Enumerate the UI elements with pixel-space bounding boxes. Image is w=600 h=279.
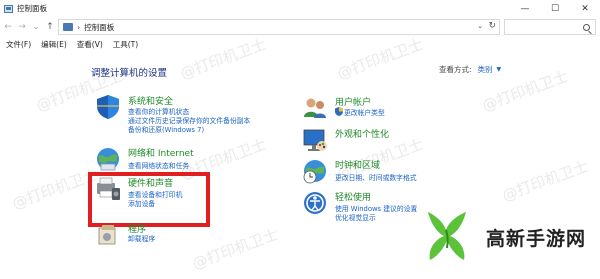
control-panel-folder-icon [63, 23, 73, 31]
link-change-date-time-format[interactable]: 更改日期、时间或数字格式 [335, 172, 417, 182]
highlight-box [88, 172, 210, 227]
search-icon [583, 23, 590, 31]
watermark: @打印机卫士 [499, 157, 591, 205]
chevron-down-icon[interactable]: ▼ [497, 66, 502, 73]
category-system-security: 系统和安全 查看你的计算机状态 通过文件历史记录保存你的文件备份副本 备份和还原… [95, 94, 285, 140]
link-uninstall-program[interactable]: 卸载程序 [128, 233, 155, 243]
category-title-ease-of-access[interactable]: 轻松使用 [335, 190, 371, 203]
view-by-label: 查看方式: [439, 65, 472, 74]
category-network-internet: 网络和 Internet 查看网络状态和任务 [95, 146, 235, 172]
menu-file[interactable]: 文件(F) [6, 39, 31, 50]
search-input[interactable] [504, 19, 596, 35]
category-clock-region: 时钟和区域 更改日期、时间或数字格式 [302, 158, 442, 184]
brand-watermark: 高新手游网 [422, 207, 596, 267]
category-user-accounts: 用户帐户 更改帐户类型 [302, 95, 432, 121]
recent-locations-button[interactable]: ⌄ [30, 22, 42, 32]
menu-view[interactable]: 查看(V) [77, 39, 103, 50]
link-backup-restore[interactable]: 备份和还原(Windows 7) [128, 124, 204, 134]
link-view-network-status[interactable]: 查看网络状态和任务 [128, 160, 189, 170]
clock-globe-icon[interactable] [302, 158, 328, 184]
programs-icon[interactable] [95, 222, 121, 248]
network-globe-icon[interactable] [95, 146, 121, 172]
breadcrumb-control-panel[interactable]: 控制面板 [84, 22, 114, 33]
maximize-button[interactable]: ☐ [540, 0, 570, 17]
category-title-clock-region[interactable]: 时钟和区域 [335, 158, 380, 171]
close-button[interactable]: ✕ [570, 0, 600, 17]
leaf-logo-icon [428, 212, 466, 260]
view-by-dropdown[interactable]: 类别 [478, 64, 493, 75]
window-controls: — ☐ ✕ [510, 0, 600, 17]
refresh-icon[interactable]: ↻ [488, 21, 496, 31]
address-dropdown-icon[interactable]: ⌄ [477, 22, 483, 30]
menu-bar: 文件(F) 编辑(E) 查看(V) 工具(T) [0, 38, 600, 51]
brand-text: 高新手游网 [486, 227, 587, 250]
monitor-palette-icon[interactable] [302, 127, 328, 153]
minimize-button[interactable]: — [510, 0, 540, 17]
category-appearance: 外观和个性化 [302, 127, 432, 153]
view-by: 查看方式: 类别 ▼ [439, 64, 501, 75]
category-programs: 程序 卸载程序 [95, 222, 205, 248]
category-title-appearance[interactable]: 外观和个性化 [335, 127, 389, 140]
link-change-account-type[interactable]: 更改帐户类型 [344, 107, 385, 117]
back-button[interactable]: ← [2, 22, 14, 32]
control-panel-icon [4, 4, 13, 13]
address-box[interactable]: › 控制面板 ⌄ ↻ [58, 19, 500, 35]
category-ease-of-access: 轻松使用 使用 Windows 建议的设置 优化视觉显示 [302, 190, 442, 224]
menu-edit[interactable]: 编辑(E) [41, 39, 67, 50]
breadcrumb-separator-icon: › [77, 22, 81, 32]
uac-shield-icon [335, 107, 343, 116]
up-button[interactable]: ↑ [44, 22, 56, 32]
shield-icon[interactable] [95, 94, 121, 120]
title-bar: 控制面板 — ☐ ✕ [0, 0, 600, 17]
accessibility-icon[interactable] [302, 190, 328, 216]
window-title: 控制面板 [17, 4, 47, 13]
forward-button[interactable]: → [16, 22, 28, 32]
category-title-network-internet[interactable]: 网络和 Internet [128, 146, 194, 159]
users-icon[interactable] [302, 95, 328, 121]
link-optimize-visual-display[interactable]: 优化视觉显示 [335, 212, 376, 222]
menu-tools[interactable]: 工具(T) [113, 39, 138, 50]
page-heading: 调整计算机的设置 [91, 68, 168, 79]
